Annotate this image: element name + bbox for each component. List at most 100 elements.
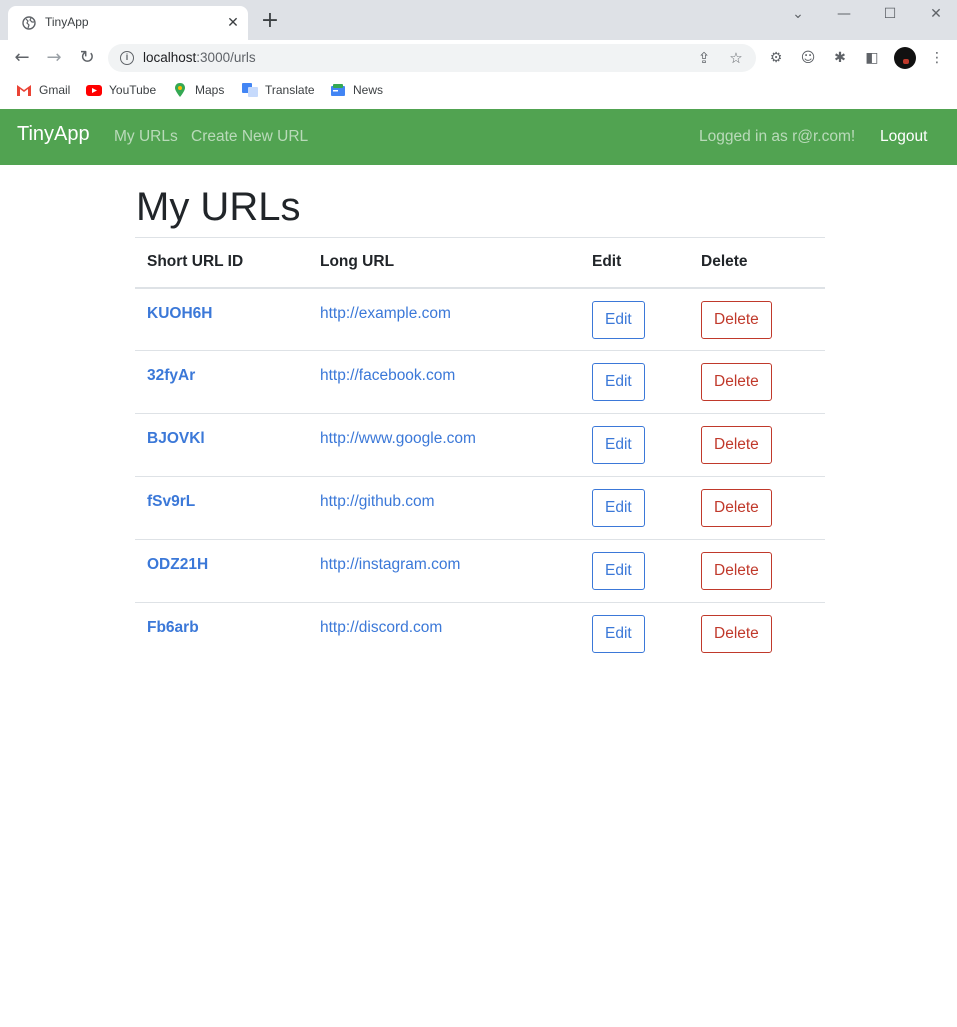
profile-avatar[interactable]	[894, 47, 916, 69]
bookmark-star-icon[interactable]: ☆	[726, 48, 746, 68]
edit-button[interactable]: Edit	[592, 363, 645, 401]
delete-button[interactable]: Delete	[701, 363, 772, 401]
edit-cell: Edit	[580, 287, 689, 351]
side-panel-icon[interactable]: ◧	[862, 48, 882, 68]
share-icon[interactable]: ⇪	[694, 48, 714, 68]
translate-icon	[242, 82, 258, 97]
table-row: KUOH6H http://example.com Edit Delete	[135, 287, 825, 351]
delete-button[interactable]: Delete	[701, 615, 772, 653]
logged-in-text: Logged in as r@r.com!	[699, 128, 856, 145]
short-id-cell: Fb6arb	[135, 603, 308, 666]
long-url-link[interactable]: http://www.google.com	[320, 430, 476, 448]
gmail-icon	[17, 84, 31, 96]
tab-search-icon[interactable]: ⌄	[786, 4, 810, 24]
app-navbar: TinyApp My URLs Create New URL Logged in…	[0, 109, 957, 165]
back-icon[interactable]: ←	[10, 46, 34, 70]
logout-button[interactable]: Logout	[880, 128, 927, 146]
window-close-icon[interactable]: ✕	[924, 4, 948, 24]
forward-icon[interactable]: →	[42, 46, 66, 70]
urls-table: Short URL ID Long URL Edit Delete KUOH6H…	[135, 237, 825, 666]
nav-link-my-urls[interactable]: My URLs	[114, 128, 178, 146]
bookmark-maps[interactable]: Maps	[172, 80, 224, 100]
url-text: localhost:3000/urls	[143, 50, 256, 65]
short-url-link[interactable]: 32fyAr	[147, 367, 195, 385]
bookmarks-bar: Gmail YouTube Maps Translate News	[0, 76, 957, 104]
reload-icon[interactable]: ↻	[75, 46, 99, 70]
url-host: localhost	[143, 50, 197, 65]
extension-face-icon[interactable]: ☺	[798, 48, 818, 68]
extensions-puzzle-icon[interactable]: ✱	[830, 48, 850, 68]
delete-button[interactable]: Delete	[701, 426, 772, 464]
site-info-icon[interactable]: i	[120, 51, 134, 65]
long-url-cell: http://instagram.com	[308, 539, 580, 603]
page-title: My URLs	[136, 185, 301, 229]
bookmark-news[interactable]: News	[330, 80, 383, 100]
delete-cell: Delete	[689, 539, 825, 603]
column-header: Long URL	[308, 237, 580, 289]
long-url-cell: http://example.com	[308, 287, 580, 351]
long-url-link[interactable]: http://instagram.com	[320, 556, 460, 574]
menu-kebab-icon[interactable]: ⋮	[927, 48, 947, 68]
long-url-link[interactable]: http://facebook.com	[320, 367, 455, 385]
bookmark-label: Gmail	[39, 83, 71, 97]
tab-title: TinyApp	[45, 15, 89, 29]
edit-button[interactable]: Edit	[592, 426, 645, 464]
column-header: Delete	[689, 237, 825, 289]
edit-button[interactable]: Edit	[592, 615, 645, 653]
table-row: 32fyAr http://facebook.com Edit Delete	[135, 350, 825, 414]
browser-tab[interactable]: TinyApp ✕	[8, 6, 248, 40]
short-url-link[interactable]: BJOVKl	[147, 430, 205, 448]
delete-cell: Delete	[689, 413, 825, 477]
short-url-link[interactable]: ODZ21H	[147, 556, 208, 574]
browser-tabstrip: TinyApp ✕ + ⌄ — ☐ ✕	[0, 0, 957, 40]
edit-cell: Edit	[580, 539, 689, 603]
short-url-link[interactable]: KUOH6H	[147, 305, 212, 323]
edit-cell: Edit	[580, 413, 689, 477]
brand-link[interactable]: TinyApp	[17, 123, 90, 146]
long-url-cell: http://facebook.com	[308, 350, 580, 414]
new-tab-icon[interactable]: +	[260, 10, 280, 32]
delete-cell: Delete	[689, 476, 825, 540]
table-header-row: Short URL ID Long URL Edit Delete	[135, 237, 825, 289]
tab-close-icon[interactable]: ✕	[224, 14, 242, 32]
long-url-link[interactable]: http://example.com	[320, 305, 451, 323]
bookmark-translate[interactable]: Translate	[242, 80, 315, 100]
address-bar[interactable]: i localhost:3000/urls ⇪ ☆	[108, 44, 756, 72]
browser-toolbar: ← → ↻ i localhost:3000/urls ⇪ ☆ ⚙ ☺ ✱ ◧ …	[0, 40, 957, 76]
maps-icon	[175, 82, 185, 97]
bookmark-label: News	[353, 83, 384, 97]
column-header: Edit	[580, 237, 689, 289]
nav-link-create-new-url[interactable]: Create New URL	[191, 128, 308, 146]
edit-button[interactable]: Edit	[592, 489, 645, 527]
short-id-cell: BJOVKl	[135, 413, 308, 477]
delete-cell: Delete	[689, 287, 825, 351]
maximize-icon[interactable]: ☐	[878, 4, 902, 24]
bookmark-youtube[interactable]: YouTube	[86, 80, 156, 100]
table-row: Fb6arb http://discord.com Edit Delete	[135, 603, 825, 666]
delete-cell: Delete	[689, 603, 825, 666]
short-id-cell: ODZ21H	[135, 539, 308, 603]
long-url-link[interactable]: http://discord.com	[320, 619, 442, 637]
column-header: Short URL ID	[135, 237, 308, 289]
short-url-link[interactable]: Fb6arb	[147, 619, 199, 637]
long-url-link[interactable]: http://github.com	[320, 493, 435, 511]
edit-button[interactable]: Edit	[592, 552, 645, 590]
globe-icon	[22, 16, 36, 30]
edit-cell: Edit	[580, 350, 689, 414]
edit-cell: Edit	[580, 603, 689, 666]
delete-button[interactable]: Delete	[701, 552, 772, 590]
long-url-cell: http://www.google.com	[308, 413, 580, 477]
short-id-cell: fSv9rL	[135, 476, 308, 540]
short-url-link[interactable]: fSv9rL	[147, 493, 195, 511]
delete-cell: Delete	[689, 350, 825, 414]
short-id-cell: 32fyAr	[135, 350, 308, 414]
youtube-icon	[86, 84, 102, 96]
bookmark-gmail[interactable]: Gmail	[16, 80, 70, 100]
bookmark-label: YouTube	[109, 83, 157, 97]
minimize-icon[interactable]: —	[832, 4, 856, 24]
news-icon	[331, 83, 345, 96]
edit-button[interactable]: Edit	[592, 300, 645, 339]
delete-button[interactable]: Delete	[701, 300, 772, 339]
delete-button[interactable]: Delete	[701, 489, 772, 527]
extension-gear-icon[interactable]: ⚙	[766, 48, 786, 68]
